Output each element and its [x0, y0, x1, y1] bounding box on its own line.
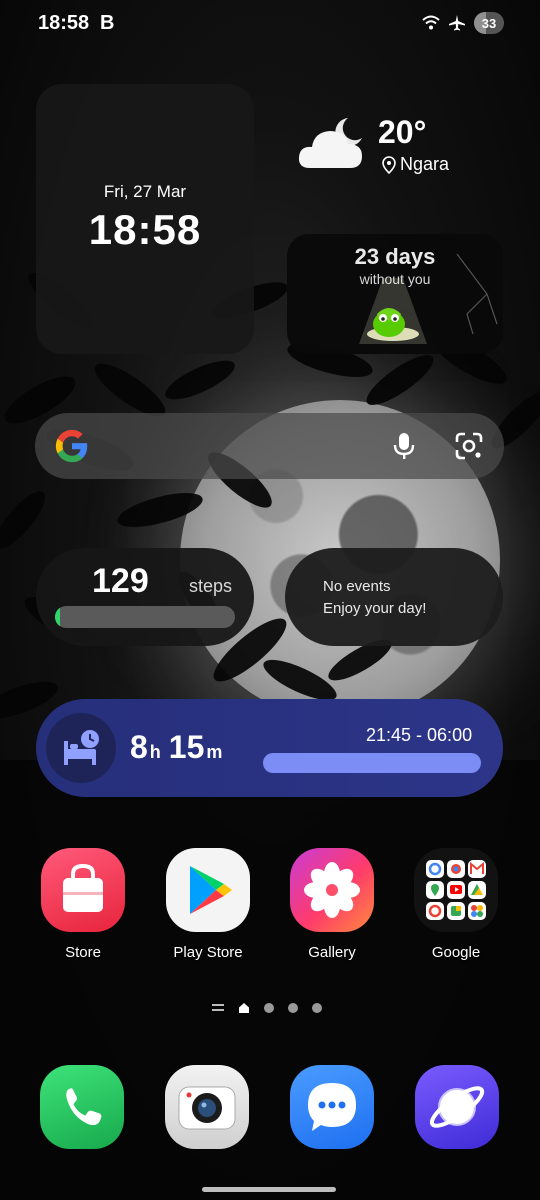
- sleep-widget[interactable]: 8 h 15 m 21:45 - 06:00: [36, 699, 503, 797]
- app-label: Gallery: [308, 944, 356, 961]
- sleep-hours-unit: h: [149, 742, 161, 762]
- sleep-range: 21:45 - 06:00: [366, 725, 473, 745]
- status-indicator: B: [100, 12, 115, 34]
- clock-widget[interactable]: Fri, 27 Mar 18:58: [36, 84, 254, 354]
- weather-location: Ngara: [400, 154, 450, 174]
- weather-widget[interactable]: 20° Ngara: [298, 112, 508, 182]
- sleep-minutes: 15: [168, 729, 205, 765]
- duolingo-widget[interactable]: 23 days without you: [287, 234, 503, 354]
- camera-icon[interactable]: [165, 1065, 249, 1149]
- sleep-bar: [263, 753, 481, 773]
- calendar-line2: Enjoy your day!: [323, 600, 427, 617]
- page-dot: [312, 1003, 322, 1013]
- app-play-store[interactable]: Play Store: [158, 848, 258, 961]
- sleep-minutes-unit: m: [206, 742, 223, 762]
- microphone-icon[interactable]: [388, 430, 420, 462]
- page-dot: [264, 1003, 274, 1013]
- battery-level: 33: [481, 15, 497, 31]
- app-gallery[interactable]: Gallery: [282, 848, 382, 961]
- wifi-icon: [422, 15, 440, 30]
- sleep-hours: 8: [130, 729, 148, 765]
- steps-widget[interactable]: 129 steps: [36, 548, 254, 646]
- google-search-bar[interactable]: [35, 413, 504, 479]
- navigation-handle[interactable]: [202, 1187, 336, 1192]
- cloud-moon-icon: [298, 118, 362, 168]
- location-pin-icon: [382, 155, 396, 174]
- app-google-folder[interactable]: Google: [406, 848, 506, 961]
- app-label: Store: [65, 944, 101, 961]
- steps-progress-fill: [55, 606, 61, 628]
- weather-temperature: 20°: [378, 114, 427, 150]
- internet-icon[interactable]: [415, 1065, 499, 1149]
- steps-unit: steps: [189, 576, 233, 596]
- store-bag-icon: [41, 848, 125, 932]
- app-label: Google: [431, 944, 481, 961]
- google-folder-icon: [414, 848, 498, 932]
- google-logo-icon: [55, 429, 88, 463]
- gallery-flower-icon: [290, 848, 374, 932]
- page-indicator[interactable]: [212, 1002, 322, 1014]
- status-bar: 18:58 B 33: [0, 0, 540, 48]
- app-label: Play Store: [173, 944, 243, 961]
- steps-progress-bar: [55, 606, 235, 628]
- home-icon: [239, 1003, 249, 1013]
- sleep-icon-container: [46, 713, 116, 783]
- clock-time: 18:58: [88, 206, 202, 253]
- calendar-line1: No events: [323, 578, 391, 595]
- steps-count: 129: [92, 562, 149, 600]
- calendar-widget[interactable]: No events Enjoy your day!: [285, 548, 503, 646]
- page-dot: [288, 1003, 298, 1013]
- bed-clock-icon: [64, 730, 99, 765]
- status-time: 18:58: [38, 12, 90, 34]
- lens-icon[interactable]: [453, 430, 485, 462]
- airplane-icon: [449, 15, 465, 31]
- menu-lines-icon: [212, 1004, 224, 1011]
- duolingo-owl-icon: [373, 308, 405, 337]
- phone-icon[interactable]: [40, 1065, 124, 1149]
- messages-icon[interactable]: [290, 1065, 374, 1149]
- play-store-icon: [166, 848, 250, 932]
- clock-date: Fri, 27 Mar: [103, 182, 187, 201]
- app-store[interactable]: Store: [33, 848, 133, 961]
- battery-icon: 33: [474, 12, 504, 34]
